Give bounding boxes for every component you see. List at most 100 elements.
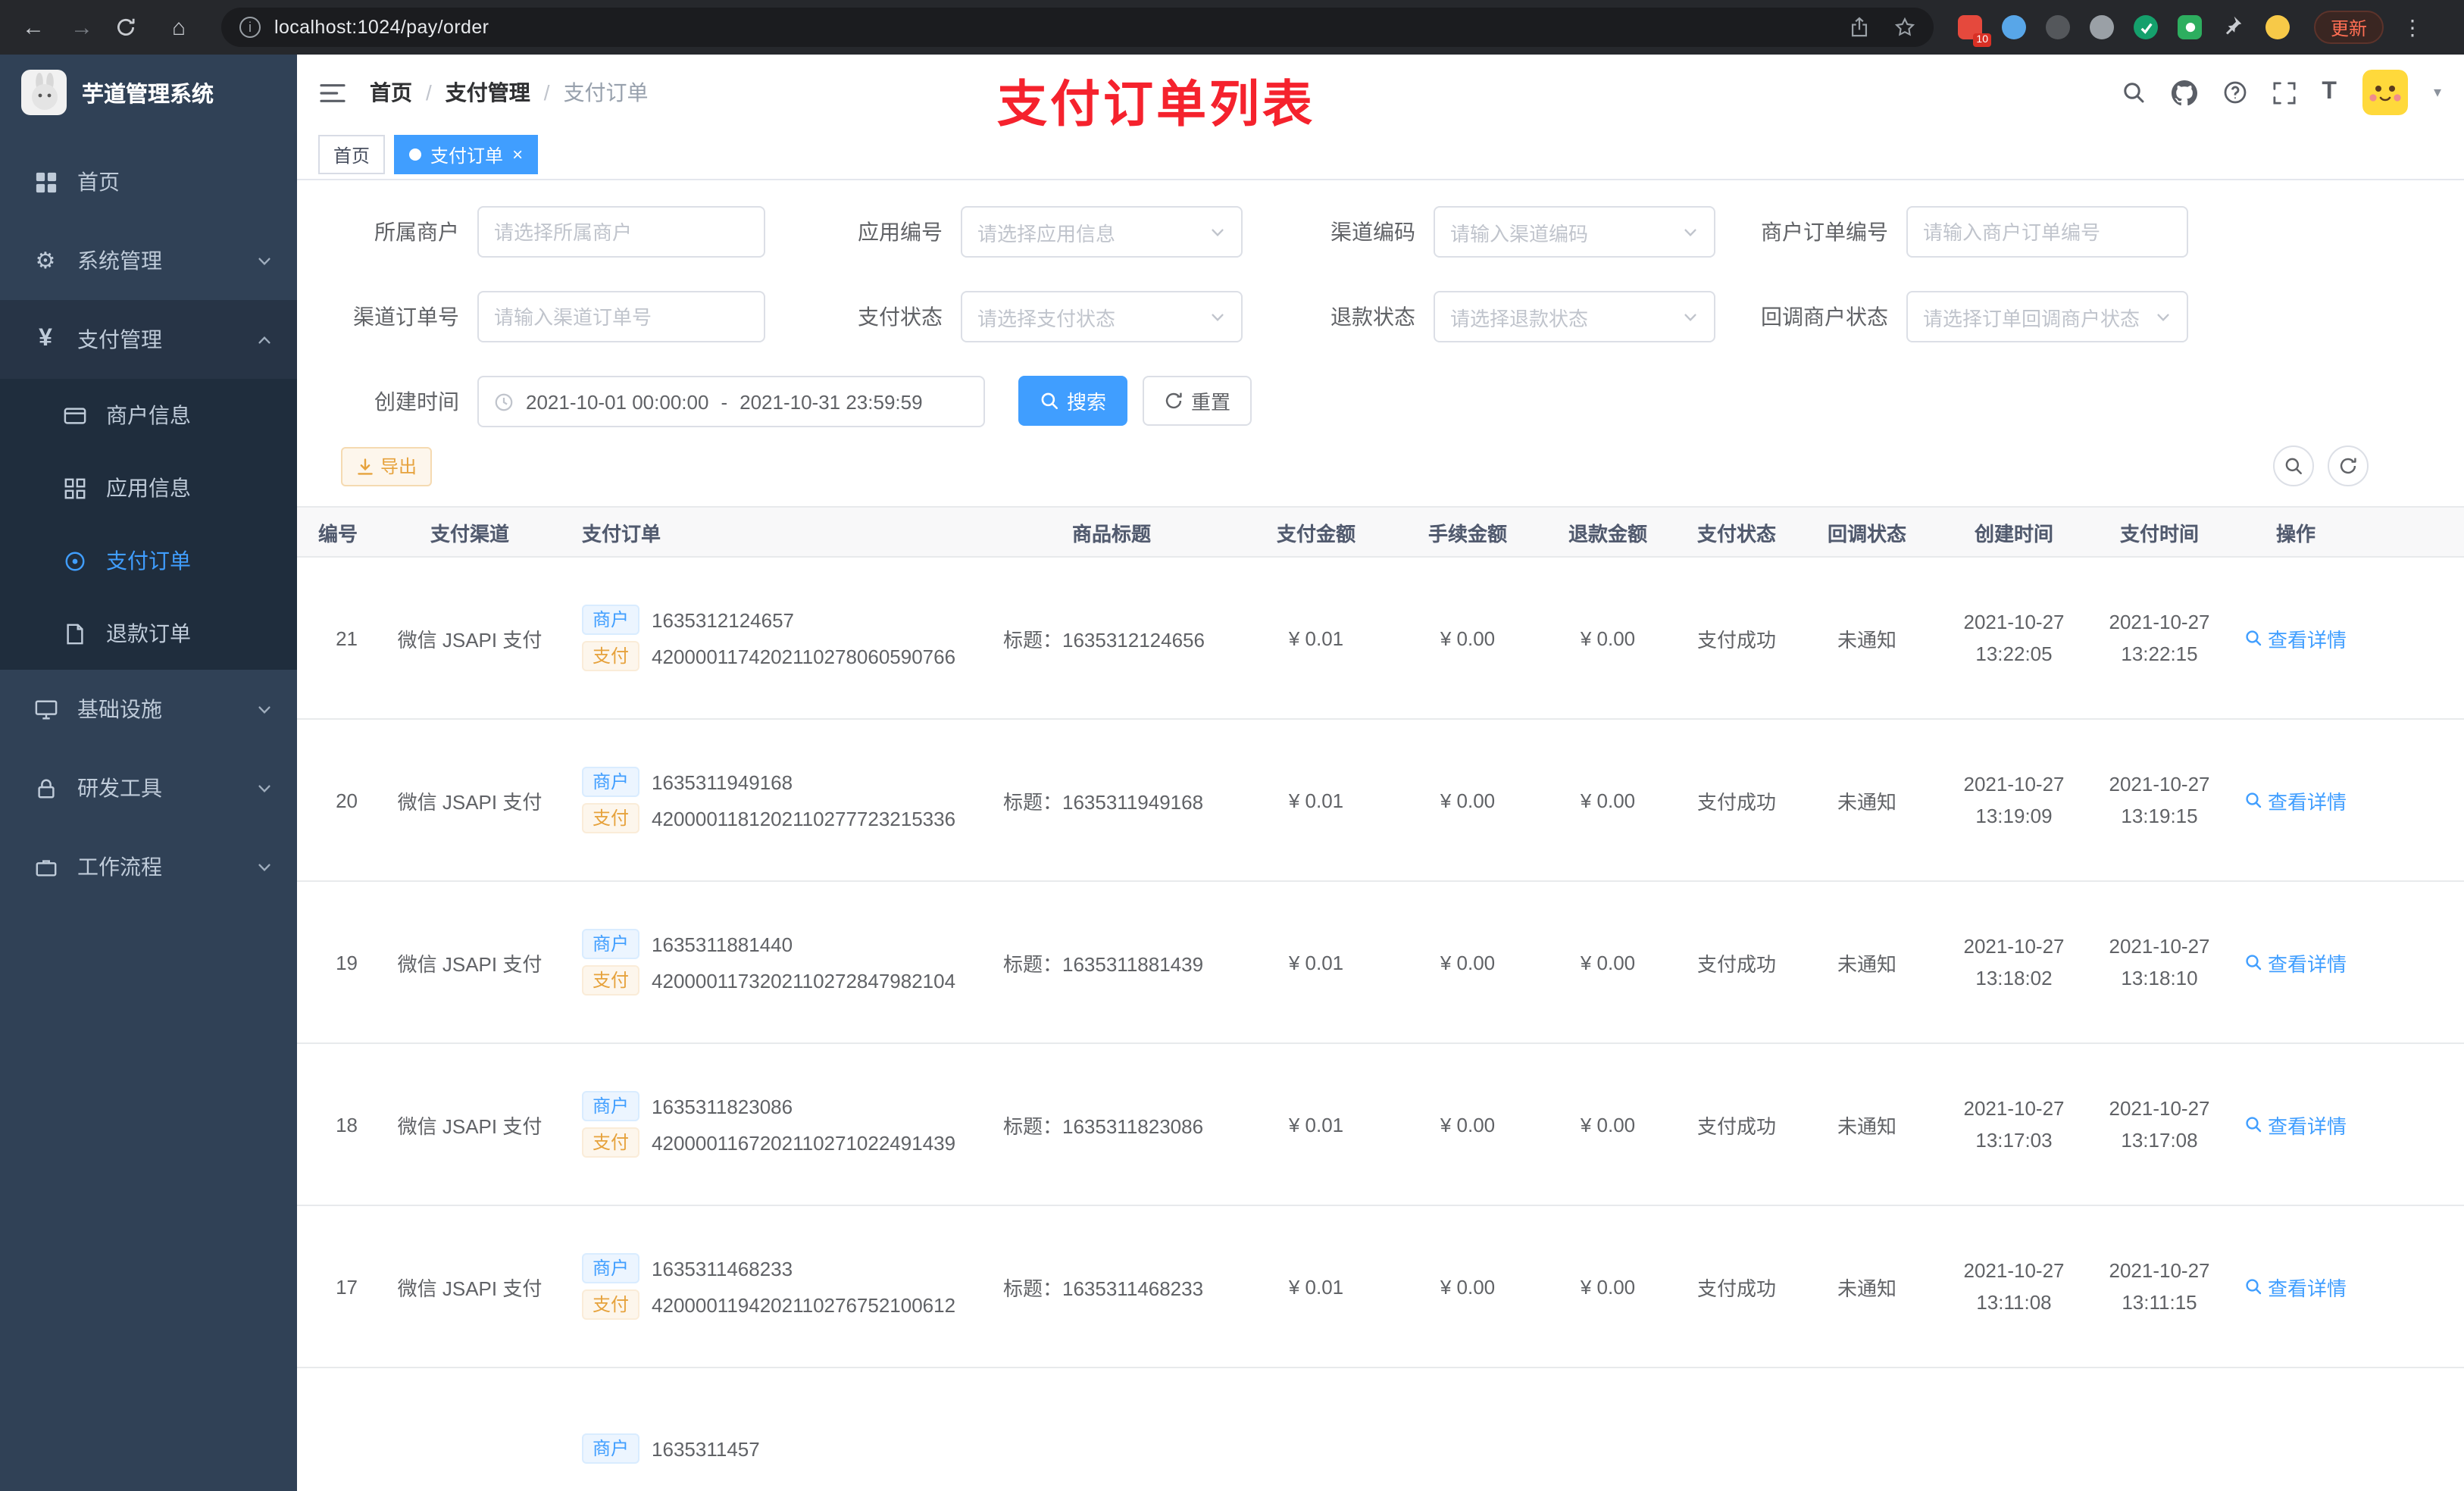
dashboard-icon [32, 170, 59, 193]
sidebar-item-merchant-info[interactable]: 商户信息 [0, 379, 297, 452]
channel-order-no-input[interactable] [477, 291, 765, 342]
orders-table: 编号 支付渠道 支付订单 商品标题 支付金额 手续金额 退款金额 支付状态 回调… [297, 506, 2464, 1491]
filter-form: 所属商户 应用编号 请选择应用信息 渠道编码 请输入渠道编码 [297, 206, 2464, 427]
extension-icon-4[interactable] [2090, 15, 2114, 39]
merchant-tag: 商户 [582, 767, 640, 797]
view-detail-link[interactable]: 查看详情 [2245, 624, 2347, 652]
back-icon[interactable]: ← [18, 14, 48, 40]
annotation-title: 支付订单列表 [997, 76, 1315, 132]
table-row: 20 微信 JSAPI 支付 商户 1635311949168 支付 4200001… [297, 719, 2464, 882]
filter-label: 渠道订单号 [353, 305, 459, 329]
extension-icon-6[interactable] [2178, 15, 2202, 39]
col-notify-status: 回调状态 [1797, 506, 1937, 558]
refresh-button[interactable] [2328, 445, 2369, 486]
export-button[interactable]: 导出 [341, 446, 433, 486]
extension-icon-7[interactable] [2265, 15, 2290, 39]
chevron-down-icon [2155, 308, 2172, 325]
reset-button[interactable]: 重置 [1143, 376, 1252, 426]
view-detail-link[interactable]: 查看详情 [2245, 1110, 2347, 1139]
breadcrumb-current: 支付订单 [563, 80, 649, 105]
channel-code-select[interactable]: 请输入渠道编码 [1434, 206, 1715, 258]
sidebar-item-infrastructure[interactable]: 基础设施 [0, 670, 297, 749]
search-button[interactable]: 搜索 [1018, 376, 1128, 426]
view-detail-link[interactable]: 查看详情 [2245, 786, 2347, 814]
fullscreen-icon[interactable] [2273, 81, 2296, 104]
close-icon[interactable]: × [512, 145, 523, 164]
notify-status-select[interactable]: 请选择订单回调商户状态 [1906, 291, 2188, 342]
forward-icon[interactable]: → [67, 14, 97, 40]
breadcrumb-separator: / [426, 80, 432, 105]
bookmark-star-icon[interactable] [1894, 17, 1915, 38]
breadcrumb-home[interactable]: 首页 [370, 77, 412, 108]
view-detail-link[interactable]: 查看详情 [2245, 948, 2347, 977]
merchant-filter-input[interactable] [477, 206, 765, 258]
toggle-search-button[interactable] [2273, 445, 2314, 486]
filter-label: 创建时间 [374, 389, 459, 414]
github-icon[interactable] [2172, 80, 2198, 105]
page-content: 所属商户 应用编号 请选择应用信息 渠道编码 请输入渠道编码 [297, 180, 2464, 1491]
clock-icon [494, 392, 514, 411]
user-avatar[interactable] [2362, 70, 2408, 115]
merchant-order-no-input[interactable] [1906, 206, 2188, 258]
filter-label: 支付状态 [858, 305, 943, 329]
app-logo[interactable]: 芋道管理系统 [0, 55, 297, 130]
refund-status-select[interactable]: 请选择退款状态 [1434, 291, 1715, 342]
chevron-down-icon [256, 701, 273, 717]
hamburger-icon[interactable] [320, 81, 346, 104]
col-created: 创建时间 [1937, 506, 2091, 558]
chevron-up-icon [256, 331, 273, 348]
sidebar-group-payment: ¥ 支付管理 商户信息 应用信息 支付订单 退款订单 [0, 300, 297, 670]
table-toolbar: 导出 [297, 445, 2464, 486]
payment-submenu: 商户信息 应用信息 支付订单 退款订单 [0, 379, 297, 670]
col-order: 支付订单 [570, 506, 987, 558]
extension-icon-1[interactable]: 10 [1958, 15, 1991, 47]
sidebar-item-workflow[interactable]: 工作流程 [0, 827, 297, 906]
pin-icon[interactable] [2222, 15, 2246, 39]
orders-table-wrap: 编号 支付渠道 支付订单 商品标题 支付金额 手续金额 退款金额 支付状态 回调… [297, 506, 2464, 1491]
pay-tag: 支付 [582, 641, 640, 671]
address-bar[interactable]: i localhost:1024/pay/order [221, 8, 1934, 47]
active-tab-dot [409, 148, 422, 161]
yen-icon: ¥ [39, 326, 52, 352]
navbar-actions: T ▾ [2122, 70, 2441, 115]
site-info-icon[interactable]: i [239, 17, 261, 38]
browser-menu-icon[interactable]: ⋮ [2402, 14, 2423, 40]
pay-status-select[interactable]: 请选择支付状态 [961, 291, 1243, 342]
chevron-down-icon [1682, 223, 1699, 240]
filter-label: 退款状态 [1330, 305, 1415, 329]
search-icon[interactable] [2122, 80, 2146, 105]
sidebar-item-refund-order[interactable]: 退款订单 [0, 597, 297, 670]
table-row: 18 微信 JSAPI 支付 商户 1635311823086 支付 4200001… [297, 1043, 2464, 1206]
extension-icon-3[interactable] [2046, 15, 2070, 39]
extension-icon-5[interactable] [2134, 15, 2158, 39]
reload-icon[interactable] [115, 17, 145, 38]
extensions-area: 10 [1958, 15, 2290, 47]
sidebar-item-system[interactable]: ⚙ 系统管理 [0, 221, 297, 300]
pay-tag: 支付 [582, 1289, 640, 1320]
tags-view-bar: 首页 支付订单 × [297, 130, 2464, 180]
browser-update-button[interactable]: 更新 [2314, 11, 2384, 44]
filter-label: 应用编号 [858, 220, 943, 244]
sidebar-item-home[interactable]: 首页 [0, 142, 297, 221]
chevron-down-icon[interactable]: ▾ [2434, 84, 2441, 101]
share-icon[interactable] [1850, 17, 1868, 38]
sidebar-item-app-info[interactable]: 应用信息 [0, 452, 297, 524]
font-size-icon[interactable]: T [2322, 79, 2337, 106]
extension-icon-2[interactable] [2002, 15, 2026, 39]
sidebar-item-payment[interactable]: ¥ 支付管理 [0, 300, 297, 379]
col-id: 编号 [297, 506, 370, 558]
home-icon[interactable]: ⌂ [164, 14, 194, 40]
help-icon[interactable] [2223, 80, 2247, 105]
date-range-picker[interactable]: 2021-10-01 00:00:00 - 2021-10-31 23:59:5… [477, 376, 985, 427]
breadcrumb-payment[interactable]: 支付管理 [446, 77, 530, 108]
devtools-icon [32, 777, 59, 799]
tab-pay-order[interactable]: 支付订单 × [394, 135, 539, 174]
tab-home[interactable]: 首页 [318, 135, 386, 174]
view-detail-link[interactable]: 查看详情 [2245, 1272, 2347, 1301]
sidebar-item-pay-order[interactable]: 支付订单 [0, 524, 297, 597]
pay-order-icon [61, 549, 88, 572]
extension-badge: 10 [1973, 33, 1991, 47]
app-id-select[interactable]: 请选择应用信息 [961, 206, 1243, 258]
sidebar-item-devtools[interactable]: 研发工具 [0, 749, 297, 827]
col-amount: 支付金额 [1237, 506, 1396, 558]
